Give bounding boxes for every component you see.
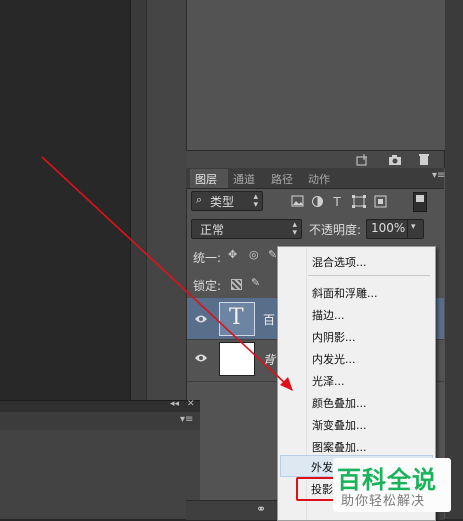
watermark-logo: 百科全说 助你轻松解决: [333, 458, 451, 512]
watermark-subtitle: 助你轻松解决: [341, 494, 426, 509]
annotation-arrow: [41, 156, 293, 391]
